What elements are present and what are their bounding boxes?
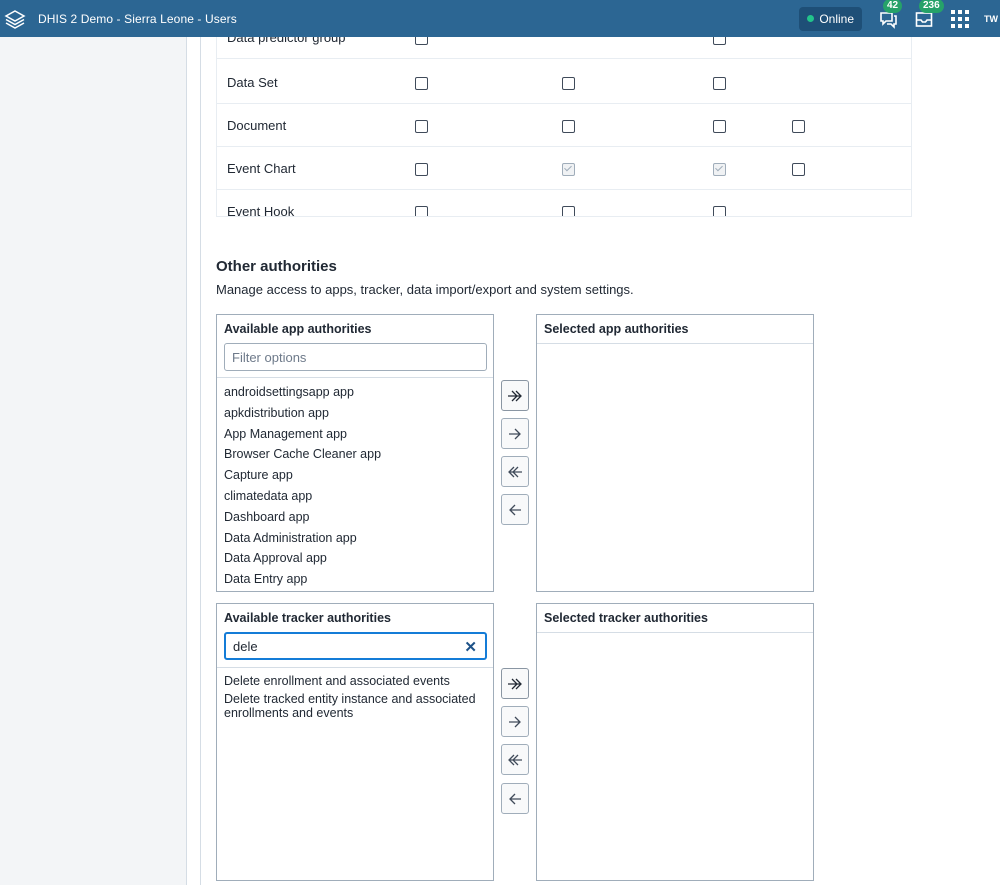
panel-title: Selected app authorities: [544, 322, 689, 336]
add-all-button[interactable]: [501, 380, 529, 411]
clear-filter-icon[interactable]: ✕: [464, 638, 477, 656]
arrow-right-icon: [509, 716, 521, 727]
arrow-left-icon: [509, 793, 521, 804]
dhis2-logo-icon[interactable]: [2, 6, 28, 32]
list-item[interactable]: climatedata app: [224, 486, 381, 507]
available-tracker-authorities-panel: Available tracker authorities ✕ Delete e…: [216, 603, 494, 881]
checkbox-add-update-public[interactable]: [415, 37, 428, 45]
selected-app-authorities-panel: Selected app authorities: [536, 314, 814, 592]
list-item[interactable]: Data Approval app: [224, 548, 381, 569]
row-name: Document: [227, 118, 287, 133]
checkbox-add-update-public[interactable]: [415, 120, 428, 133]
panel-title: Available tracker authorities: [224, 611, 391, 625]
table-row: Document: [217, 104, 911, 147]
add-selected-button[interactable]: [501, 418, 529, 449]
tracker-filter-field[interactable]: [233, 638, 453, 654]
section-title: Other authorities: [216, 258, 337, 275]
arrow-right-icon: [509, 428, 521, 439]
double-arrow-left-icon: [508, 466, 522, 477]
panel-divider: [217, 667, 493, 668]
panel-divider: [537, 632, 813, 633]
add-all-button[interactable]: [501, 668, 529, 699]
main-divider: [200, 37, 201, 885]
interpretations-button[interactable]: 236: [912, 0, 944, 31]
online-status-badge[interactable]: Online: [799, 6, 862, 31]
row-name: Data Set: [227, 75, 278, 90]
checkbox-add-update-public[interactable]: [415, 206, 428, 216]
checkbox-delete[interactable]: [713, 120, 726, 133]
list-item[interactable]: Data Entry app: [224, 569, 381, 590]
checkbox-delete[interactable]: [713, 206, 726, 216]
table-row: Data predictor group: [217, 37, 911, 59]
available-app-options-list: androidsettingsapp app apkdistribution a…: [224, 382, 381, 590]
remove-selected-button[interactable]: [501, 783, 529, 814]
list-item[interactable]: Delete tracked entity instance and assoc…: [224, 692, 484, 720]
remove-all-button[interactable]: [501, 744, 529, 775]
checkbox-add-update-private: [562, 163, 575, 176]
arrow-left-icon: [509, 504, 521, 515]
table-row: Data Set: [217, 61, 911, 104]
profile-avatar[interactable]: TW: [984, 7, 1000, 31]
list-item[interactable]: Capture app: [224, 465, 381, 486]
list-item[interactable]: apkdistribution app: [224, 403, 381, 424]
interpretations-count-badge: 236: [919, 0, 944, 13]
apps-grid-icon[interactable]: [948, 7, 972, 31]
add-selected-button[interactable]: [501, 706, 529, 737]
table-row: Event Hook: [217, 190, 911, 217]
row-name: Event Chart: [227, 161, 296, 176]
top-header-bar: DHIS 2 Demo - Sierra Leone - Users Onlin…: [0, 0, 1000, 37]
checkbox-delete[interactable]: [713, 37, 726, 45]
online-status-label: Online: [819, 11, 854, 26]
panel-divider: [217, 377, 493, 378]
checkbox-add-update-private[interactable]: [562, 77, 575, 90]
available-app-authorities-panel: Available app authorities androidsetting…: [216, 314, 494, 592]
list-item[interactable]: App Management app: [224, 424, 381, 445]
double-arrow-left-icon: [508, 754, 522, 765]
checkbox-add-update-private[interactable]: [562, 120, 575, 133]
sidebar: [0, 37, 187, 885]
list-item[interactable]: Data Administration app: [224, 528, 381, 549]
metadata-authorities-table: Data predictor group Data Set Document E…: [216, 37, 912, 217]
list-item[interactable]: Delete enrollment and associated events: [224, 671, 484, 692]
list-item[interactable]: Dashboard app: [224, 507, 381, 528]
panel-divider: [537, 343, 813, 344]
section-description: Manage access to apps, tracker, data imp…: [216, 282, 634, 297]
selected-tracker-authorities-panel: Selected tracker authorities: [536, 603, 814, 881]
list-item[interactable]: androidsettingsapp app: [224, 382, 381, 403]
panel-title: Available app authorities: [224, 322, 372, 336]
double-arrow-right-icon: [508, 678, 522, 689]
app-filter-field[interactable]: [232, 349, 452, 365]
available-tracker-options-list: Delete enrollment and associated events …: [224, 671, 484, 720]
row-name: Event Hook: [227, 204, 295, 217]
checkbox-external-access[interactable]: [792, 120, 805, 133]
checkbox-add-update-private[interactable]: [562, 206, 575, 216]
table-row: Event Chart: [217, 147, 911, 190]
remove-all-button[interactable]: [501, 456, 529, 487]
checkbox-add-update-public[interactable]: [415, 77, 428, 90]
checkbox-delete: [713, 163, 726, 176]
messages-button[interactable]: 42: [876, 0, 903, 31]
checkbox-delete[interactable]: [713, 77, 726, 90]
app-title: DHIS 2 Demo - Sierra Leone - Users: [38, 11, 237, 26]
online-dot-icon: [807, 15, 815, 22]
messages-count-badge: 42: [883, 0, 903, 13]
panel-title: Selected tracker authorities: [544, 611, 708, 625]
checkbox-add-update-public[interactable]: [415, 163, 428, 176]
remove-selected-button[interactable]: [501, 494, 529, 525]
tracker-filter-input[interactable]: ✕: [224, 632, 487, 660]
row-name: Data predictor group: [227, 37, 346, 45]
list-item[interactable]: Browser Cache Cleaner app: [224, 444, 381, 465]
checkbox-external-access[interactable]: [792, 163, 805, 176]
app-filter-input[interactable]: [224, 343, 487, 371]
double-arrow-right-icon: [508, 390, 522, 401]
